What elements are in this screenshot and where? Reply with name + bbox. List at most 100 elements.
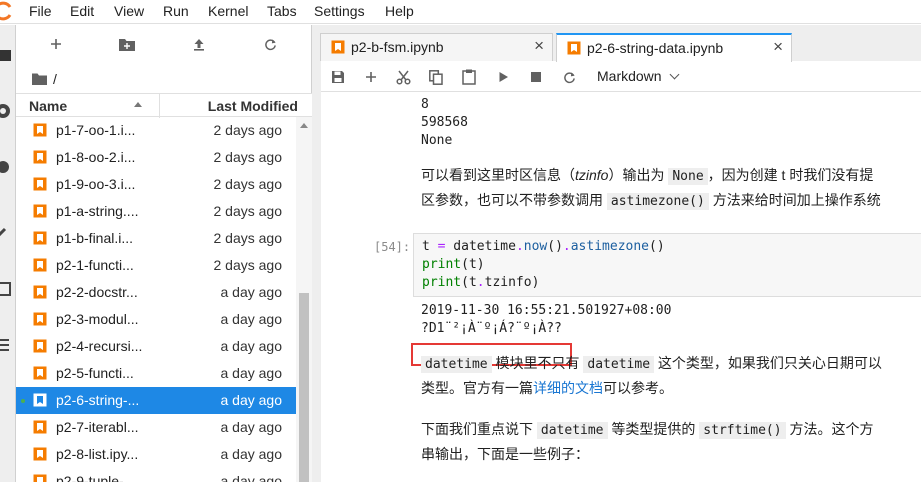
insert-cell-button[interactable] bbox=[362, 68, 380, 86]
file-row[interactable]: p2-9-tuple-... a day ago bbox=[16, 468, 296, 482]
left-sidebar-tabs bbox=[0, 25, 16, 482]
breadcrumb-path[interactable]: / bbox=[53, 71, 57, 87]
code-cell-editor[interactable]: t = datetime.now().astimezone() print(t)… bbox=[413, 233, 921, 297]
file-row[interactable]: p1-a-string.... 2 days ago bbox=[16, 198, 296, 225]
md-text: 方法来给时间加上操作系统 bbox=[708, 192, 881, 208]
inline-code: datetime bbox=[536, 422, 608, 439]
file-row[interactable]: p1-7-oo-1.i... 2 days ago bbox=[16, 117, 296, 144]
file-row[interactable]: p2-7-iterabl... a day ago bbox=[16, 414, 296, 441]
file-modified: a day ago bbox=[220, 338, 283, 354]
save-button[interactable] bbox=[329, 68, 347, 86]
file-row[interactable]: p1-9-oo-3.i... 2 days ago bbox=[16, 171, 296, 198]
chevron-down-icon[interactable] bbox=[669, 69, 680, 80]
running-tab-icon[interactable] bbox=[0, 103, 11, 119]
upload-icon bbox=[194, 38, 204, 51]
new-folder-icon bbox=[119, 38, 135, 51]
tab-close-icon[interactable]: × bbox=[534, 37, 544, 54]
upload-button[interactable] bbox=[188, 35, 210, 53]
scrollbar-thumb[interactable] bbox=[299, 293, 309, 482]
file-row[interactable]: p2-2-docstr... a day ago bbox=[16, 279, 296, 306]
docs-link[interactable]: 详细的文档 bbox=[533, 380, 603, 396]
menu-tabs[interactable]: Tabs bbox=[267, 3, 297, 19]
file-row[interactable]: p1-b-final.i... 2 days ago bbox=[16, 225, 296, 252]
run-cell-button[interactable] bbox=[494, 68, 512, 86]
new-folder-button[interactable] bbox=[116, 35, 138, 53]
md-text: 区参数，也可以不带参数调用 bbox=[421, 192, 607, 208]
markdown-line: 下面我们重点说下 datetime 等类型提供的 strftime() 方法。这… bbox=[421, 419, 873, 439]
file-modified: 2 days ago bbox=[213, 257, 283, 273]
file-modified: a day ago bbox=[220, 392, 283, 408]
file-row[interactable]: p1-8-oo-2.i... 2 days ago bbox=[16, 144, 296, 171]
folder-tab-icon[interactable] bbox=[0, 47, 11, 63]
copy-button[interactable] bbox=[427, 68, 445, 86]
menu-help[interactable]: Help bbox=[385, 3, 414, 19]
file-name: p1-7-oo-1.i... bbox=[56, 122, 136, 138]
file-list-scrollbar[interactable] bbox=[296, 117, 312, 482]
tab-p2-b-fsm[interactable]: p2-b-fsm.ipynb × bbox=[320, 33, 553, 61]
file-row[interactable]: p2-1-functi... 2 days ago bbox=[16, 252, 296, 279]
paste-button[interactable] bbox=[460, 68, 478, 86]
notebook-icon bbox=[331, 40, 345, 54]
md-text: 下面我们重点说下 bbox=[421, 421, 537, 437]
menu-file[interactable]: File bbox=[29, 3, 52, 19]
markdown-line: 类型。官方有一篇详细的文档可以参考。 bbox=[421, 378, 673, 398]
md-emphasis: tzinfo bbox=[575, 167, 609, 183]
menu-run[interactable]: Run bbox=[163, 3, 189, 19]
file-name: p2-4-recursi... bbox=[56, 338, 143, 354]
notebook-icon bbox=[33, 123, 47, 137]
notebook-icon bbox=[33, 474, 47, 482]
toc-tab-icon[interactable] bbox=[0, 337, 11, 353]
cell-type-select[interactable]: Markdown bbox=[597, 68, 662, 84]
tabs-tab-icon[interactable] bbox=[0, 281, 11, 297]
new-launcher-button[interactable] bbox=[45, 35, 67, 53]
notebook-icon bbox=[33, 258, 47, 272]
file-modified: a day ago bbox=[220, 284, 283, 300]
notebook-icon bbox=[33, 420, 47, 434]
notebook-icon bbox=[33, 285, 47, 299]
scroll-up-arrow-icon[interactable] bbox=[300, 123, 308, 128]
folder-icon[interactable] bbox=[32, 73, 47, 85]
md-text: 类型。官方有一篇 bbox=[421, 380, 533, 396]
md-text: 可以参考。 bbox=[603, 380, 673, 396]
panel-splitter[interactable] bbox=[312, 25, 321, 482]
file-list: p1-7-oo-1.i... 2 days ago p1-8-oo-2.i... 2 … bbox=[16, 117, 296, 482]
file-row[interactable]: p2-3-modul... a day ago bbox=[16, 306, 296, 333]
play-icon bbox=[499, 72, 508, 82]
palette-tab-icon[interactable] bbox=[0, 159, 11, 175]
restart-kernel-button[interactable] bbox=[560, 68, 578, 86]
file-name: p2-9-tuple-... bbox=[56, 473, 136, 482]
jupyter-logo-icon bbox=[0, 1, 12, 21]
column-name-header[interactable]: Name bbox=[29, 98, 67, 114]
column-modified-header[interactable]: Last Modified bbox=[208, 98, 298, 114]
stop-icon bbox=[531, 72, 541, 82]
file-row[interactable]: p2-6-string-... a day ago bbox=[16, 387, 296, 414]
output-line: 598568 bbox=[421, 115, 468, 130]
menu-settings[interactable]: Settings bbox=[314, 3, 365, 19]
notebook-icon bbox=[33, 204, 47, 218]
md-text: 模块里不只有 bbox=[491, 355, 584, 371]
interrupt-kernel-button[interactable] bbox=[527, 68, 545, 86]
file-name: p1-9-oo-3.i... bbox=[56, 176, 136, 192]
file-row[interactable]: p2-5-functi... a day ago bbox=[16, 360, 296, 387]
tab-label: p2-6-string-data.ipynb bbox=[587, 40, 724, 56]
file-row[interactable]: p2-4-recursi... a day ago bbox=[16, 333, 296, 360]
restart-icon bbox=[563, 71, 575, 83]
file-list-header: Name Last Modified bbox=[16, 93, 312, 118]
document-tab-bar: p2-b-fsm.ipynb × p2-6-string-data.ipynb … bbox=[320, 25, 921, 62]
code-line: print(t.tzinfo) bbox=[422, 275, 540, 290]
menu-view[interactable]: View bbox=[114, 3, 144, 19]
wrench-tab-icon[interactable] bbox=[0, 223, 11, 239]
refresh-button[interactable] bbox=[259, 35, 281, 53]
breadcrumb: / bbox=[32, 69, 57, 89]
menu-kernel[interactable]: Kernel bbox=[208, 3, 248, 19]
tab-p2-6-string-data[interactable]: p2-6-string-data.ipynb × bbox=[556, 33, 792, 62]
menu-edit[interactable]: Edit bbox=[70, 3, 94, 19]
md-text: 这个类型，如果我们只关心日期可以 bbox=[654, 355, 882, 371]
notebook-icon bbox=[33, 393, 47, 407]
file-row[interactable]: p2-8-list.ipy... a day ago bbox=[16, 441, 296, 468]
tab-close-icon[interactable]: × bbox=[773, 38, 783, 55]
cut-button[interactable] bbox=[394, 68, 412, 86]
output-line: 8 bbox=[421, 97, 429, 112]
notebook-icon bbox=[33, 339, 47, 353]
column-divider bbox=[159, 94, 160, 118]
